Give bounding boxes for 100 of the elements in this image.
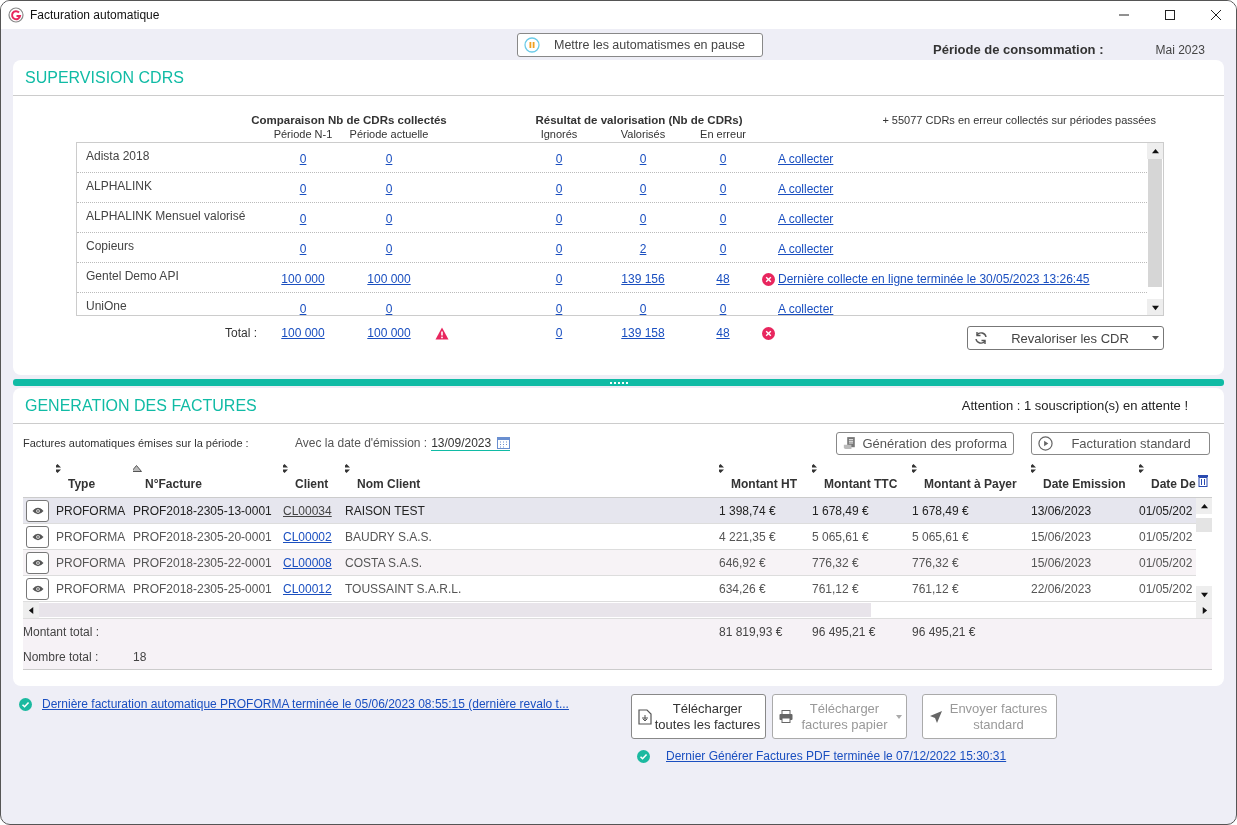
standard-billing-button[interactable]: Facturation standard <box>1031 431 1210 455</box>
operator-name: Gentel Demo API <box>86 268 180 283</box>
column-header: Valorisés <box>619 128 667 140</box>
count-link[interactable]: 0 <box>519 173 599 196</box>
total-link[interactable]: 0 <box>519 326 599 340</box>
count-link[interactable]: 139 156 <box>599 263 687 286</box>
table-cell-text: 15/06/2023 <box>1031 529 1093 544</box>
table-cell-text: PROF2018-2305-22-0001 <box>133 555 273 570</box>
status-link[interactable]: A collecter <box>778 293 834 316</box>
count-link[interactable]: 0 <box>263 203 343 226</box>
table-cell-text: 776,32 € <box>912 555 960 570</box>
count-link[interactable]: 0 <box>519 263 599 286</box>
total-link[interactable]: 100 000 <box>263 326 343 340</box>
scroll-thumb[interactable] <box>1196 518 1212 532</box>
column-header[interactable]: Montant HT <box>719 462 812 497</box>
scroll-down-icon[interactable] <box>1151 303 1159 311</box>
scroll-right-icon[interactable] <box>1200 606 1208 614</box>
scroll-up-icon[interactable] <box>1200 502 1208 510</box>
operator-name: ALPHALINK <box>86 178 154 193</box>
table-cell-text: PROF2018-2305-20-0001 <box>133 529 273 544</box>
scroll-thumb[interactable] <box>39 603 871 617</box>
horizontal-scrollbar[interactable] <box>23 602 1212 618</box>
last-pdf-link[interactable]: Dernier Générer Factures PDF terminée le 07/12/2022 15:30:31 <box>666 749 1007 763</box>
pause-automations-button[interactable]: Mettre les automatismes en pause <box>517 32 763 57</box>
count-link[interactable]: 0 <box>599 203 687 226</box>
count-link[interactable]: 0 <box>519 203 599 226</box>
status-link[interactable]: Dernière collecte en ligne terminée le 30/05/2023 13:26:45 <box>778 263 1090 286</box>
column-header[interactable]: Date Emission <box>1031 462 1139 497</box>
column-header[interactable]: Nom Client <box>345 462 719 497</box>
last-run-link[interactable]: Dernière facturation automatique PROFORMA terminée le 05/06/2023 08:55:15 (dernière revalo t... <box>42 697 569 711</box>
scroll-down-icon[interactable] <box>1200 590 1208 598</box>
count-link[interactable]: 0 <box>263 173 343 196</box>
invoice-row[interactable]: PROFORMA PROF2018-2305-13-0001 CL00034 RAISON TEST 1 398,74 € 1 678,49 € 1 678,49 € 13/06/2023 01/05/202 <box>23 498 1196 524</box>
column-header[interactable]: Montant à Payer <box>912 462 1031 497</box>
count-link[interactable]: 0 <box>599 293 687 316</box>
generate-proforma-button[interactable]: Génération des proforma <box>836 431 1014 455</box>
count-link[interactable]: 0 <box>519 293 599 316</box>
total-link[interactable]: 48 <box>687 326 759 340</box>
total-link[interactable]: 139 158 <box>599 326 687 340</box>
client-link[interactable]: CL00012 <box>283 581 332 596</box>
scroll-thumb[interactable] <box>1148 159 1162 287</box>
view-button[interactable] <box>26 525 49 548</box>
close-icon[interactable] <box>1210 9 1222 21</box>
count-link[interactable]: 0 <box>263 293 343 316</box>
count-link[interactable]: 0 <box>599 173 687 196</box>
invoice-row[interactable]: PROFORMA PROF2018-2305-22-0001 CL00008 COSTA S.A.S. 646,92 € 776,32 € 776,32 € 15/06/2023 01/05/202 <box>23 550 1196 576</box>
count-link[interactable]: 0 <box>599 143 687 166</box>
count-link[interactable]: 0 <box>343 233 435 256</box>
count-link[interactable]: 0 <box>343 203 435 226</box>
total-link[interactable]: 100 000 <box>343 326 435 340</box>
splitter-handle[interactable] <box>13 379 1224 386</box>
status-link[interactable]: A collecter <box>778 233 834 256</box>
count-link[interactable]: 0 <box>519 233 599 256</box>
count-link[interactable]: 100 000 <box>263 263 343 286</box>
view-button[interactable] <box>26 499 49 522</box>
count-link[interactable]: 0 <box>519 143 599 166</box>
column-header[interactable]: Client <box>283 462 345 497</box>
download-invoices-button[interactable]: Télécharger toutes les factures <box>631 694 766 739</box>
trash-icon[interactable] <box>1198 474 1208 487</box>
count-link[interactable]: 0 <box>343 173 435 196</box>
client-link[interactable]: CL00008 <box>283 555 332 570</box>
maximize-icon[interactable] <box>1164 9 1176 21</box>
count-link[interactable]: 100 000 <box>343 263 435 286</box>
scroll-up-icon[interactable] <box>1151 147 1159 155</box>
calendar-icon[interactable] <box>497 436 511 449</box>
scrollbar[interactable] <box>1147 143 1163 315</box>
date-field[interactable]: 13/09/2023 <box>431 435 511 451</box>
table-cell-text: 634,26 € <box>719 581 767 596</box>
count-link[interactable]: 0 <box>343 293 435 316</box>
table-cell-text: COSTA S.A.S. <box>345 555 424 570</box>
count-link[interactable]: 0 <box>687 293 759 316</box>
count-link[interactable]: 0 <box>687 233 759 256</box>
column-header[interactable]: N°Facture <box>133 462 283 497</box>
count-link[interactable]: 0 <box>687 203 759 226</box>
count-link[interactable]: 0 <box>263 143 343 166</box>
table-cell-text: PROFORMA <box>56 529 127 544</box>
view-button[interactable] <box>26 551 49 574</box>
count-link[interactable]: 2 <box>599 233 687 256</box>
status-link[interactable]: A collecter <box>778 143 834 166</box>
scrollbar[interactable] <box>1196 498 1212 602</box>
status-link[interactable]: A collecter <box>778 173 834 196</box>
column-header[interactable]: Montant TTC <box>812 462 912 497</box>
count-link[interactable]: 48 <box>687 263 759 286</box>
column-header[interactable]: Type <box>56 462 133 497</box>
revalue-button[interactable]: Revaloriser les CDR <box>967 326 1164 350</box>
count-link[interactable]: 0 <box>687 143 759 166</box>
column-header[interactable]: Date De <box>1139 462 1196 497</box>
view-button[interactable] <box>26 577 49 600</box>
client-link[interactable]: CL00002 <box>283 529 332 544</box>
table-cell-text: 1 678,49 € <box>912 503 970 518</box>
count-link[interactable]: 0 <box>687 173 759 196</box>
caret-icon <box>896 714 902 719</box>
client-link[interactable]: CL00034 <box>283 503 332 518</box>
table-cell-text: RAISON TEST <box>345 503 426 518</box>
status-link[interactable]: A collecter <box>778 203 834 226</box>
count-link[interactable]: 0 <box>263 233 343 256</box>
count-link[interactable]: 0 <box>343 143 435 166</box>
total-label: Total : <box>224 326 258 340</box>
scroll-left-icon[interactable] <box>27 606 35 614</box>
document-icon <box>843 435 857 451</box>
